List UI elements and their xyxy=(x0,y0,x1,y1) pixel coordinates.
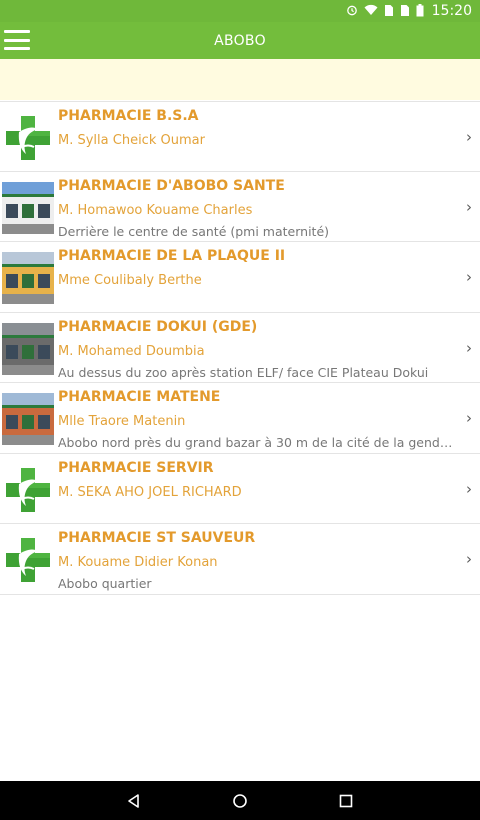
home-icon[interactable] xyxy=(230,791,250,811)
pharmacy-address: Abobo nord près du grand bazar à 30 m de… xyxy=(58,435,460,450)
pharmacy-owner: M. Mohamed Doumbia xyxy=(58,343,205,359)
pharmacy-photo xyxy=(2,181,54,234)
chevron-right-icon: › xyxy=(466,268,472,286)
pharmacy-name: PHARMACIE ST SAUVEUR xyxy=(58,530,256,546)
chevron-right-icon: › xyxy=(466,128,472,146)
chevron-right-icon: › xyxy=(466,197,472,216)
sim1-icon xyxy=(384,4,394,19)
wifi-icon xyxy=(364,4,378,18)
pharmacy-list: PHARMACIE B.S.A M. Sylla Cheick Oumar › PHA… xyxy=(0,101,480,595)
pharmacy-cross-icon xyxy=(2,534,54,586)
chevron-right-icon: › xyxy=(466,338,472,357)
recents-icon[interactable] xyxy=(336,791,356,811)
pharmacy-photo xyxy=(2,252,54,304)
pharmacy-owner: M. Homawoo Kouame Charles xyxy=(58,202,253,218)
pharmacy-owner: M. SEKA AHO JOEL RICHARD xyxy=(58,484,242,500)
pharmacy-cross-icon xyxy=(2,464,54,516)
pharmacy-name: PHARMACIE B.S.A xyxy=(58,108,199,124)
pharmacy-name: PHARMACIE D'ABOBO SANTE xyxy=(58,177,285,194)
system-nav-bar xyxy=(0,781,480,820)
battery-icon xyxy=(416,3,424,19)
pharmacy-photo xyxy=(2,322,54,375)
pharmacy-address: Abobo quartier xyxy=(58,576,152,591)
pharmacy-list-item[interactable]: PHARMACIE DOKUI (GDE) M. Mohamed Doumbia A… xyxy=(0,312,480,383)
sim2-icon xyxy=(400,4,410,19)
page-title: ABOBO xyxy=(214,32,266,49)
app-bar: ABOBO xyxy=(0,22,480,59)
pharmacy-cross-icon xyxy=(2,112,54,164)
pharmacy-owner: Mlle Traore Matenin xyxy=(58,414,186,429)
pharmacy-list-item[interactable]: PHARMACIE ST SAUVEUR M. Kouame Didier Kon… xyxy=(0,524,480,595)
pharmacy-list-item[interactable]: PHARMACIE DE LA PLAQUE II Mme Coulibaly B… xyxy=(0,242,480,313)
chevron-right-icon: › xyxy=(466,550,472,568)
pharmacy-owner: M. Kouame Didier Konan xyxy=(58,555,218,570)
pharmacy-name: PHARMACIE SERVIR xyxy=(58,459,214,476)
chevron-right-icon: › xyxy=(466,479,472,498)
back-icon[interactable] xyxy=(124,791,144,811)
pharmacy-list-item[interactable]: PHARMACIE D'ABOBO SANTE M. Homawoo Kouame… xyxy=(0,171,480,242)
chevron-right-icon: › xyxy=(466,409,472,427)
pharmacy-address: Derrière le centre de santé (pmi materni… xyxy=(58,223,330,239)
alarm-icon xyxy=(346,4,358,18)
status-time: 15:20 xyxy=(431,3,472,19)
pharmacy-list-item[interactable]: PHARMACIE MATENE Mlle Traore Matenin Abobo… xyxy=(0,383,480,454)
status-bar: 15:20 xyxy=(0,0,480,22)
pharmacy-owner: Mme Coulibaly Berthe xyxy=(58,273,202,288)
pharmacy-list-item[interactable]: PHARMACIE SERVIR M. SEKA AHO JOEL RICHARD… xyxy=(0,453,480,524)
hamburger-menu-icon[interactable] xyxy=(4,28,30,52)
pharmacy-name: PHARMACIE DE LA PLAQUE II xyxy=(58,248,286,264)
pharmacy-address: Au dessus du zoo après station ELF/ face… xyxy=(58,364,429,380)
pharmacy-name: PHARMACIE DOKUI (GDE) xyxy=(58,318,258,335)
pharmacy-owner: M. Sylla Cheick Oumar xyxy=(58,133,205,148)
pharmacy-name: PHARMACIE MATENE xyxy=(58,389,221,405)
pharmacy-list-item[interactable]: PHARMACIE B.S.A M. Sylla Cheick Oumar › xyxy=(0,101,480,172)
pharmacy-photo xyxy=(2,393,54,445)
notice-band xyxy=(0,59,480,100)
